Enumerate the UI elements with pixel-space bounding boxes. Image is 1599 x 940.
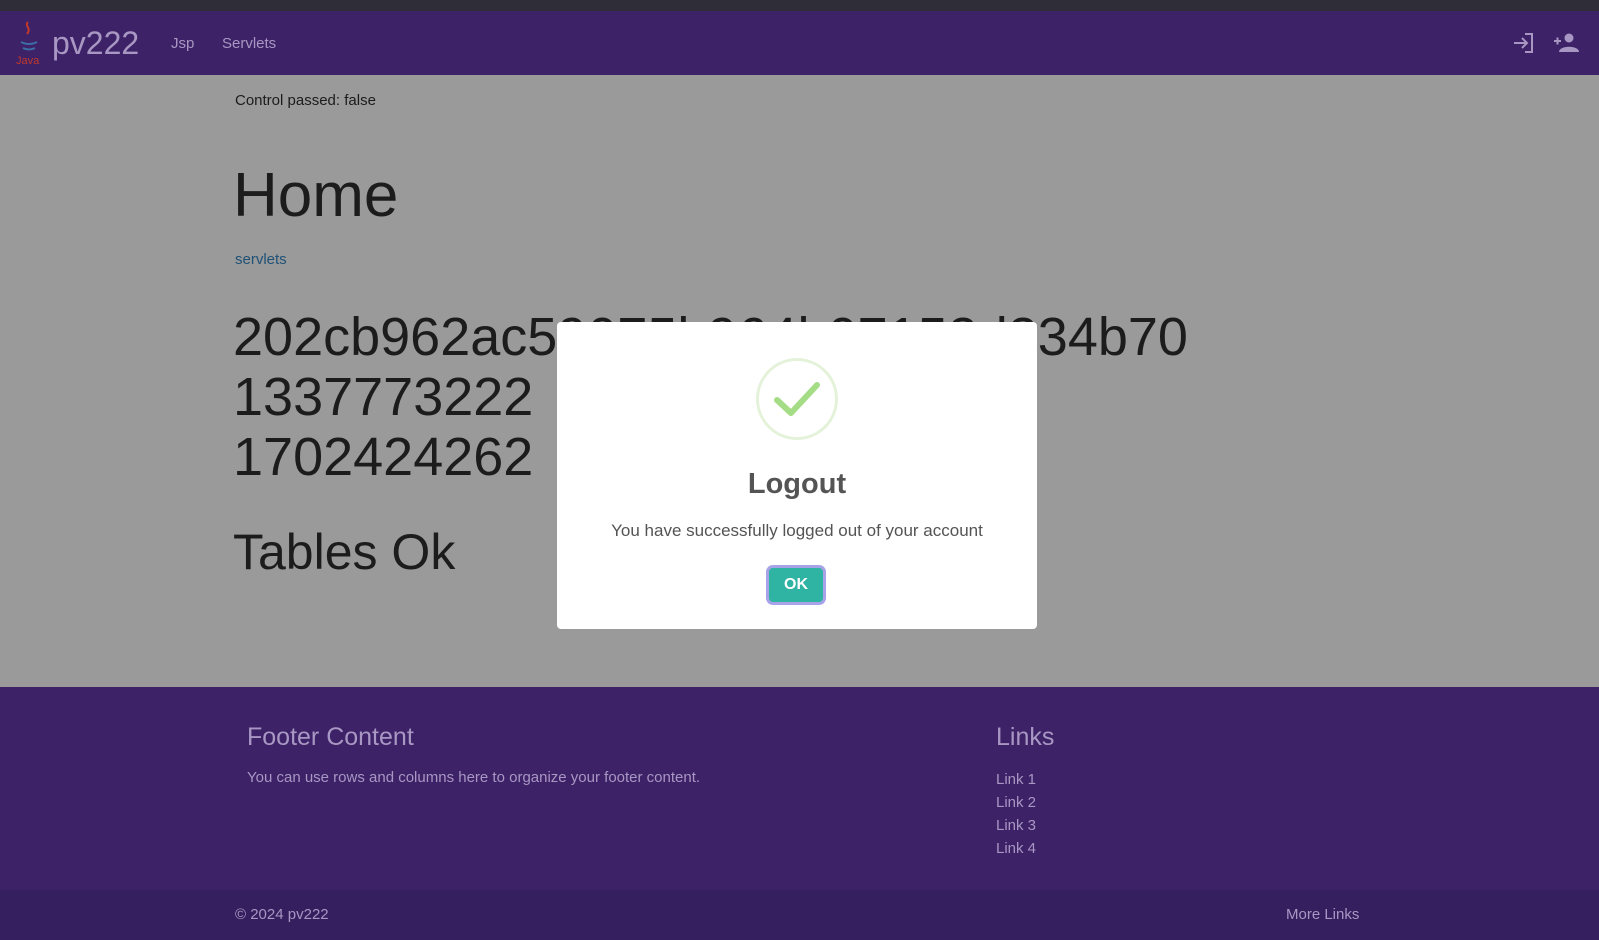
navbar: Java pv222 Jsp Servlets — [0, 11, 1599, 75]
brand-name: pv222 — [52, 24, 140, 61]
java-logo-icon: Java — [12, 18, 46, 68]
footer-link-2[interactable]: Link 2 — [996, 791, 1036, 814]
more-links[interactable]: More Links — [1286, 906, 1359, 923]
footer-link-1[interactable]: Link 1 — [996, 768, 1036, 791]
page-title: Home — [233, 161, 399, 230]
servlets-link[interactable]: servlets — [235, 251, 287, 268]
footer-links-title: Links — [996, 723, 1055, 751]
tables-status: Tables Ok — [233, 524, 456, 580]
svg-text:Java: Java — [16, 55, 40, 67]
window-top-strip — [0, 0, 1599, 11]
logout-dialog: Logout You have successfully logged out … — [557, 322, 1037, 629]
control-status: Control passed: false — [235, 92, 376, 109]
footer-links: Link 1 Link 2 Link 3 Link 4 — [996, 768, 1036, 860]
footer-bottom-bar: © 2024 pv222 More Links — [0, 890, 1599, 940]
add-user-icon[interactable] — [1553, 31, 1579, 55]
login-icon[interactable] — [1511, 31, 1535, 55]
footer-link-4[interactable]: Link 4 — [996, 837, 1036, 860]
dialog-title: Logout — [747, 468, 847, 500]
footer: Footer Content You can use rows and colu… — [0, 687, 1599, 890]
nav-link-jsp[interactable]: Jsp — [171, 35, 194, 52]
copyright: © 2024 pv222 — [235, 906, 329, 923]
nav-link-servlets[interactable]: Servlets — [222, 35, 276, 52]
ok-button[interactable]: OK — [769, 568, 823, 602]
dialog-message: You have successfully logged out of your… — [611, 521, 983, 540]
footer-text: You can use rows and columns here to org… — [247, 769, 701, 786]
success-check-icon — [756, 358, 838, 440]
footer-title: Footer Content — [247, 723, 414, 751]
footer-link-3[interactable]: Link 3 — [996, 814, 1036, 837]
brand[interactable]: Java pv222 — [12, 11, 139, 75]
